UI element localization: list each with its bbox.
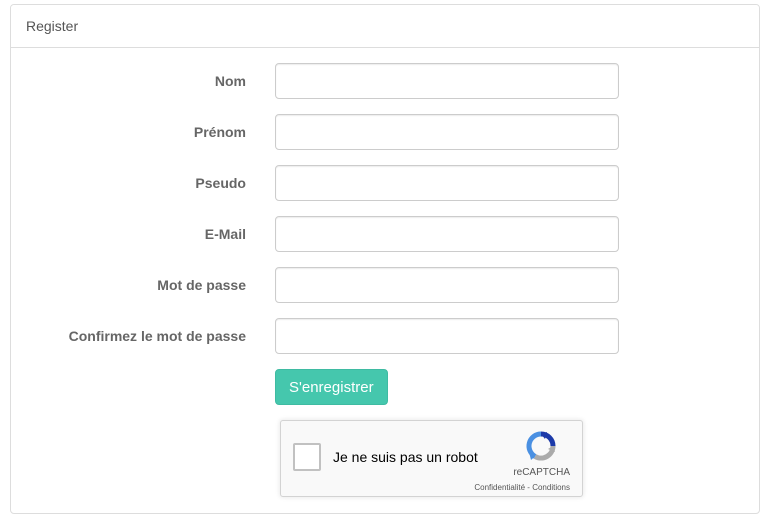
password-input[interactable] — [275, 267, 619, 303]
email-input[interactable] — [275, 216, 619, 252]
password-confirm-input[interactable] — [275, 318, 619, 354]
nom-input[interactable] — [275, 63, 619, 99]
recaptcha-widget: Je ne suis pas un robot reCAPTCHA Confid… — [280, 420, 583, 497]
panel-title: Register — [26, 18, 79, 34]
prenom-input[interactable] — [275, 114, 619, 150]
recaptcha-label: Je ne suis pas un robot — [333, 449, 478, 465]
nom-label: Nom — [214, 73, 246, 89]
prenom-label: Prénom — [193, 124, 246, 140]
recaptcha-privacy-link[interactable]: Confidentialité — [474, 483, 525, 492]
form-row-password-confirm: Confirmez le mot de passe — [11, 318, 761, 354]
form-row-password: Mot de passe — [11, 267, 761, 303]
password-label: Mot de passe — [157, 277, 246, 293]
recaptcha-links: Confidentialité - Conditions — [474, 483, 570, 492]
recaptcha-brand: reCAPTCHA — [513, 467, 570, 478]
form-row-prenom: Prénom — [11, 114, 761, 150]
form-row-pseudo: Pseudo — [11, 165, 761, 201]
recaptcha-logo-icon — [526, 431, 556, 461]
register-button[interactable]: S'enregistrer — [275, 369, 388, 405]
form-row-email: E-Mail — [11, 216, 761, 252]
recaptcha-terms-link[interactable]: Conditions — [532, 483, 570, 492]
panel-heading: Register — [11, 5, 759, 48]
pseudo-input[interactable] — [275, 165, 619, 201]
recaptcha-checkbox[interactable] — [293, 443, 321, 471]
password-confirm-label: Confirmez le mot de passe — [68, 328, 246, 344]
pseudo-label: Pseudo — [195, 175, 246, 191]
form-row-nom: Nom — [11, 63, 761, 99]
register-panel: Register Nom Prénom Pseudo E-Mail Mot de… — [10, 4, 760, 514]
email-label: E-Mail — [204, 226, 246, 242]
